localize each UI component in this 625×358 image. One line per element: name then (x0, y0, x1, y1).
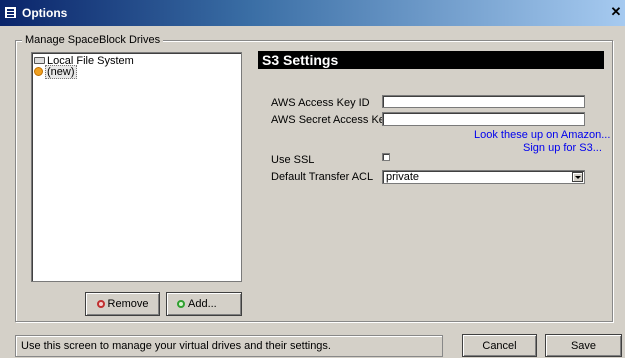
remove-button[interactable]: Remove (85, 292, 160, 316)
chevron-down-icon[interactable] (572, 172, 583, 182)
s3-settings-header: S3 Settings (258, 51, 604, 69)
tree-item-new[interactable]: (new) (34, 65, 77, 79)
secret-key-input[interactable] (382, 112, 585, 126)
options-window: Options ✕ Manage SpaceBlock Drives Local… (0, 0, 625, 358)
transfer-acl-value: private (386, 171, 420, 183)
title-bar[interactable]: Options ✕ (0, 0, 625, 26)
add-button-label: Add... (188, 298, 217, 310)
access-key-input[interactable] (382, 95, 585, 108)
window-title: Options (22, 6, 68, 20)
drives-group-legend: Manage SpaceBlock Drives (22, 34, 164, 46)
new-drive-icon (34, 66, 43, 76)
signup-s3-link[interactable]: Sign up for S3... (523, 142, 602, 154)
close-icon[interactable]: ✕ (609, 4, 623, 20)
drives-tree[interactable]: Local File System (new) (31, 52, 242, 282)
secret-key-label: AWS Secret Access Key (271, 114, 391, 126)
cancel-button[interactable]: Cancel (462, 334, 537, 357)
add-button[interactable]: Add... (166, 292, 242, 316)
transfer-acl-select[interactable]: private (382, 170, 585, 184)
remove-icon (96, 300, 105, 308)
save-button[interactable]: Save (545, 334, 622, 357)
drive-icon (34, 56, 45, 64)
use-ssl-label: Use SSL (271, 154, 315, 166)
use-ssl-checkbox[interactable] (382, 153, 390, 161)
window-icon (4, 6, 17, 19)
add-icon (177, 300, 185, 308)
remove-button-label: Remove (107, 298, 149, 310)
transfer-acl-label: Default Transfer ACL (271, 171, 374, 183)
access-key-label: AWS Access Key ID (271, 97, 370, 109)
status-bar: Use this screen to manage your virtual d… (15, 335, 443, 357)
lookup-amazon-link[interactable]: Look these up on Amazon... (474, 129, 610, 141)
tree-item-label: (new) (45, 65, 77, 79)
